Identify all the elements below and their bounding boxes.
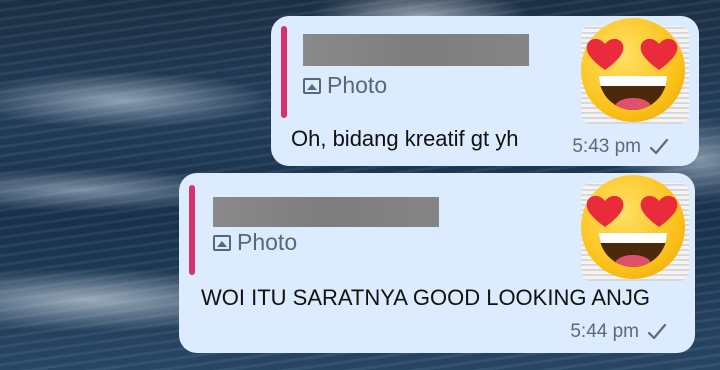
reply-media-text: Photo [237, 229, 298, 255]
redacted-sender-name [213, 197, 439, 227]
message-time: 5:44 pm [570, 321, 639, 342]
message-bubble[interactable]: Photo Oh, bidang kreatif gt yh 5:43 pm [271, 16, 699, 166]
reply-thumbnail[interactable] [581, 18, 689, 124]
message-text: WOI ITU SARATNYA GOOD LOOKING ANJG [201, 285, 651, 310]
reply-media-label: Photo [213, 229, 297, 256]
heart-eye-right-icon [640, 38, 678, 70]
reply-accent-bar [281, 26, 287, 118]
checkmark-icon [647, 323, 667, 340]
reply-thumbnail[interactable] [581, 175, 689, 281]
message-time: 5:43 pm [572, 136, 641, 157]
heart-eyes-emoji-icon [581, 18, 685, 122]
heart-eye-left-icon [586, 195, 624, 227]
heart-eye-left-icon [586, 38, 624, 70]
checkmark-icon [649, 138, 669, 155]
photo-icon [213, 234, 231, 251]
heart-eyes-emoji-icon [581, 175, 685, 279]
message-bubble[interactable]: Photo WOI ITU SARATNYA GOOD LOOKING ANJG… [179, 173, 695, 353]
reply-media-label: Photo [303, 72, 387, 99]
emoji-mouth [599, 233, 667, 267]
redacted-sender-name [303, 34, 529, 66]
message-meta: 5:44 pm [570, 321, 667, 343]
reply-media-text: Photo [327, 72, 388, 98]
message-meta: 5:43 pm [572, 136, 669, 158]
reply-accent-bar [189, 185, 195, 275]
message-text: Oh, bidang kreatif gt yh [291, 126, 519, 151]
heart-eye-right-icon [640, 195, 678, 227]
photo-icon [303, 77, 321, 94]
emoji-mouth [599, 76, 667, 110]
